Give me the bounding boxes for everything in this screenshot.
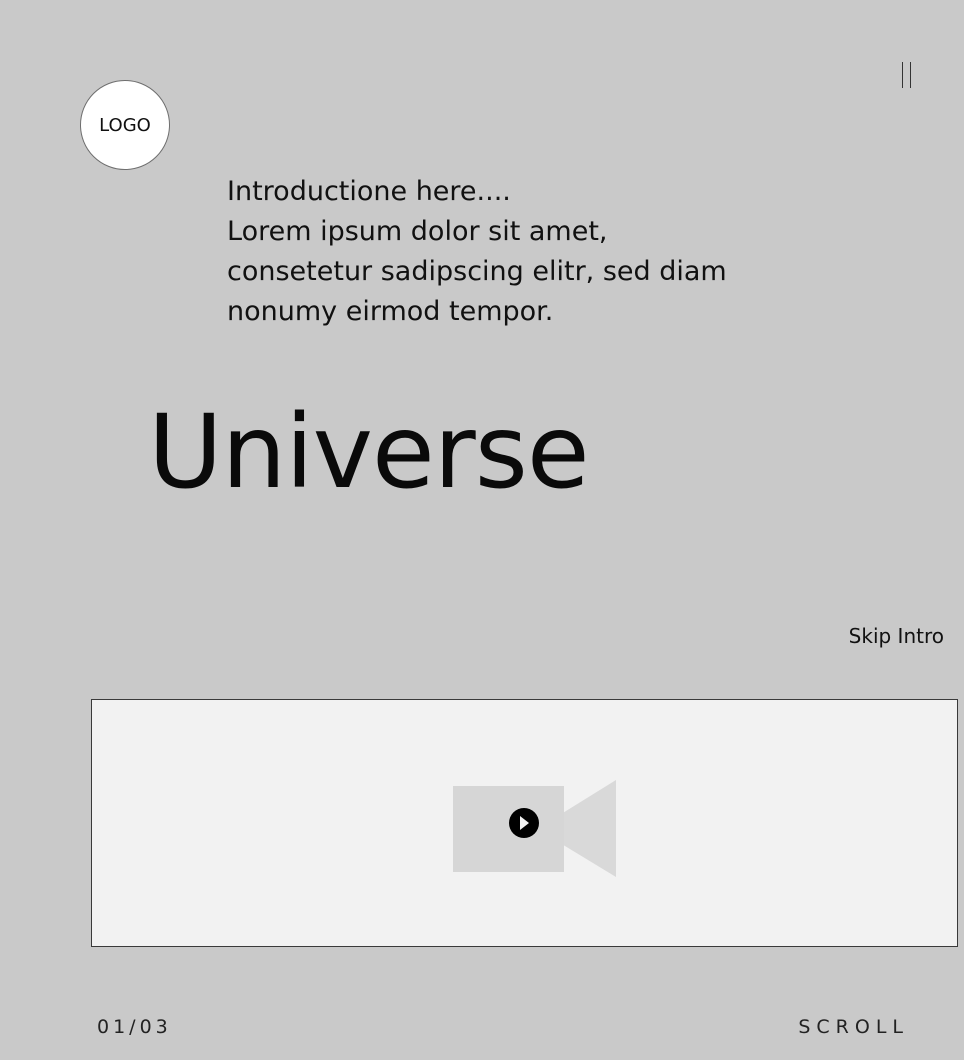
logo[interactable]: LOGO <box>80 80 170 170</box>
page-title: Universe <box>148 393 590 512</box>
video-player[interactable] <box>91 699 958 947</box>
logo-label: LOGO <box>99 114 151 136</box>
skip-intro-link[interactable]: Skip Intro <box>849 624 944 648</box>
intro-line: Lorem ipsum dolor sit amet, <box>227 216 608 247</box>
scroll-indicator[interactable]: SCROLL <box>798 1016 909 1038</box>
intro-line: Introductione here.... <box>227 176 511 207</box>
play-icon[interactable] <box>509 808 539 838</box>
intro-text: Introductione here.... Lorem ipsum dolor… <box>227 172 787 332</box>
intro-line: consetetur sadipscing elitr, sed diam <box>227 256 727 287</box>
page-counter: 01/03 <box>97 1016 172 1038</box>
video-camera-icon <box>453 780 616 877</box>
pause-icon[interactable] <box>900 62 914 88</box>
intro-line: nonumy eirmod tempor. <box>227 296 554 327</box>
